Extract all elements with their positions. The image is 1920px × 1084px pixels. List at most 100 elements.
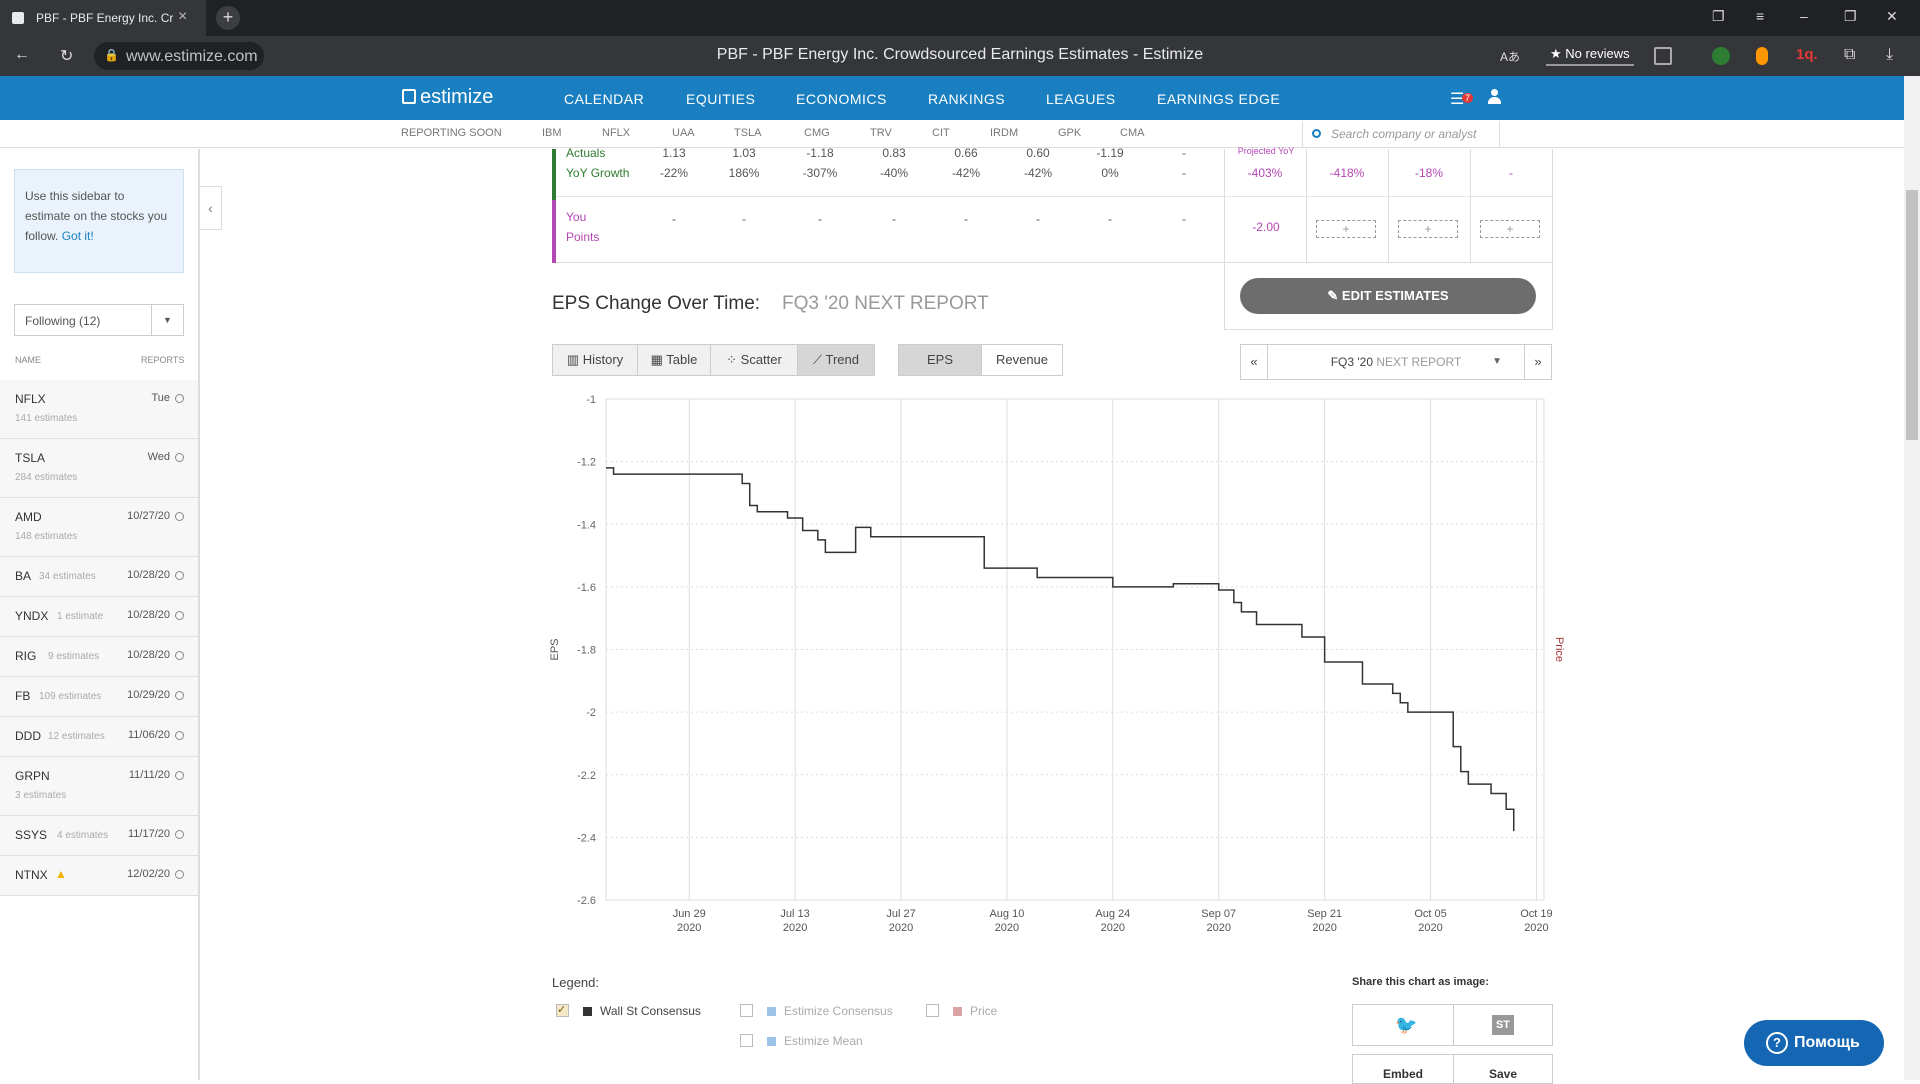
ticker-link[interactable]: UAA bbox=[672, 127, 695, 139]
legend-label: Estimize Mean bbox=[784, 1034, 863, 1048]
edit-estimates-button[interactable]: ✎ EDIT ESTIMATES bbox=[1240, 278, 1536, 314]
help-button[interactable]: ? Помощь bbox=[1744, 1020, 1884, 1066]
legend-checkbox[interactable] bbox=[740, 1034, 753, 1047]
twitter-share-button[interactable]: 🐦 bbox=[1352, 1004, 1454, 1046]
collections-icon[interactable]: ⧉ bbox=[1844, 46, 1855, 64]
trend-label: Trend bbox=[825, 352, 859, 367]
user-icon[interactable] bbox=[1488, 89, 1501, 105]
ticker-link[interactable]: CMG bbox=[804, 127, 830, 139]
quarter-select[interactable]: FQ3 '20 NEXT REPORT ▼ bbox=[1267, 344, 1525, 380]
ticker-link[interactable]: CMA bbox=[1120, 127, 1144, 139]
notification-count: 7 bbox=[1462, 93, 1474, 103]
table-button[interactable]: ▦ Table bbox=[637, 344, 711, 376]
shield-extension-icon[interactable] bbox=[1712, 47, 1730, 65]
history-button[interactable]: ▥ History bbox=[552, 344, 638, 376]
back-icon[interactable]: ← bbox=[14, 46, 30, 64]
prev-quarter-button[interactable]: « bbox=[1240, 344, 1268, 380]
eps-label: EPS bbox=[926, 352, 953, 367]
restore-icon[interactable]: ❐ bbox=[1844, 8, 1857, 25]
x-tick-year: 2020 bbox=[1312, 922, 1336, 934]
growth-value: -42% bbox=[951, 166, 980, 180]
legend-swatch bbox=[583, 1007, 592, 1016]
reload-icon[interactable]: ↻ bbox=[60, 46, 73, 66]
row-ticker: FB bbox=[15, 689, 31, 703]
nav-earnings-edge[interactable]: EARNINGS EDGE bbox=[1157, 91, 1280, 107]
ticker-link[interactable]: GPK bbox=[1058, 127, 1081, 139]
following-dropdown[interactable]: Following (12) ▼ bbox=[14, 304, 184, 336]
following-row[interactable]: AMD 148 estimates 10/27/20 bbox=[0, 498, 198, 557]
favicon-icon bbox=[12, 12, 24, 24]
nav-economics[interactable]: ECONOMICS bbox=[796, 91, 887, 107]
search-input[interactable]: Search company or analyst bbox=[1302, 121, 1500, 147]
following-row[interactable]: GRPN 3 estimates 11/11/20 bbox=[0, 757, 198, 816]
ticker-link[interactable]: TSLA bbox=[734, 127, 762, 139]
trend-button[interactable]: ⟋ Trend bbox=[797, 344, 875, 376]
nav-calendar[interactable]: CALENDAR bbox=[564, 91, 644, 107]
following-row[interactable]: DDD 12 estimates 11/06/20 bbox=[0, 717, 198, 757]
got-it-link[interactable]: Got it! bbox=[62, 229, 94, 243]
nav-rankings[interactable]: RANKINGS bbox=[928, 91, 1005, 107]
x-tick-label: Aug 10 bbox=[989, 908, 1024, 920]
reviews-extension[interactable]: ★ No reviews bbox=[1546, 44, 1634, 66]
next-quarter-button[interactable]: » bbox=[1524, 344, 1552, 380]
minimize-icon[interactable]: – bbox=[1800, 8, 1808, 24]
legend-checkbox[interactable] bbox=[740, 1004, 753, 1017]
following-row[interactable]: SSYS 4 estimates 11/17/20 bbox=[0, 816, 198, 856]
downloads-icon[interactable]: ⤓ bbox=[1886, 46, 1893, 64]
following-row[interactable]: FB 109 estimates 10/29/20 bbox=[0, 677, 198, 717]
address-bar: ← ↻ 🔒 www.estimize.com PBF - PBF Energy … bbox=[0, 36, 1920, 76]
row-date: 10/27/20 bbox=[127, 510, 170, 522]
legend-checkbox[interactable] bbox=[926, 1004, 939, 1017]
ticker-link[interactable]: TRV bbox=[870, 127, 892, 139]
following-row[interactable]: NFLX 141 estimates Tue bbox=[0, 380, 198, 439]
edit-label: EDIT ESTIMATES bbox=[1341, 288, 1449, 303]
you-bar bbox=[552, 200, 556, 263]
tab-search-icon[interactable]: ❐ bbox=[1712, 8, 1725, 25]
eps-button[interactable]: EPS bbox=[898, 344, 982, 376]
actual-value: 1.03 bbox=[732, 146, 756, 160]
extension-icon[interactable] bbox=[1756, 47, 1768, 65]
following-row[interactable]: RIG 9 estimates 10/28/20 bbox=[0, 637, 198, 677]
legend-checkbox[interactable]: ✓ bbox=[556, 1004, 569, 1017]
bookmark-icon[interactable] bbox=[1654, 47, 1672, 65]
y-tick-label: -2.4 bbox=[577, 832, 596, 844]
ticker-link[interactable]: CIT bbox=[932, 127, 950, 139]
add-estimate-button[interactable]: + bbox=[1480, 220, 1540, 238]
nav-equities[interactable]: EQUITIES bbox=[686, 91, 755, 107]
following-row[interactable]: BA 34 estimates 10/28/20 bbox=[0, 557, 198, 597]
translate-icon[interactable]: Aあ bbox=[1500, 48, 1520, 65]
row-date: Wed bbox=[147, 451, 170, 463]
iq-extension-icon[interactable]: 1q. bbox=[1796, 46, 1818, 63]
lock-icon: 🔒 bbox=[104, 48, 119, 62]
you-value: - bbox=[1182, 212, 1186, 226]
close-tab-icon[interactable]: × bbox=[178, 8, 187, 26]
following-row[interactable]: NTNX ▲ 12/02/20 bbox=[0, 856, 198, 896]
row-date: Tue bbox=[151, 392, 170, 404]
following-row[interactable]: TSLA 284 estimates Wed bbox=[0, 439, 198, 498]
close-window-icon[interactable]: ✕ bbox=[1886, 8, 1898, 25]
add-estimate-button[interactable]: + bbox=[1316, 220, 1376, 238]
scatter-icon: ⁘ bbox=[726, 352, 741, 367]
moon-icon bbox=[175, 731, 184, 740]
nav-leagues[interactable]: LEAGUES bbox=[1046, 91, 1116, 107]
ticker-link[interactable]: NFLX bbox=[602, 127, 630, 139]
stocktwits-share-button[interactable]: ST bbox=[1453, 1004, 1553, 1046]
quarter-sublabel: NEXT REPORT bbox=[1376, 355, 1462, 369]
add-estimate-button[interactable]: + bbox=[1398, 220, 1458, 238]
new-tab-button[interactable]: + bbox=[216, 6, 240, 30]
row-ticker: YNDX bbox=[15, 609, 49, 623]
estimize-logo[interactable]: estimize bbox=[402, 86, 493, 109]
collapse-sidebar-button[interactable]: ‹ bbox=[200, 186, 222, 230]
menu-icon[interactable]: ≡ bbox=[1756, 8, 1764, 24]
ticker-link[interactable]: IBM bbox=[542, 127, 562, 139]
scatter-button[interactable]: ⁘ Scatter bbox=[710, 344, 798, 376]
revenue-button[interactable]: Revenue bbox=[981, 344, 1063, 376]
following-row[interactable]: YNDX 1 estimate 10/28/20 bbox=[0, 597, 198, 637]
points-label: Points bbox=[566, 230, 600, 244]
x-tick-year: 2020 bbox=[677, 922, 701, 934]
scrollbar-thumb[interactable] bbox=[1906, 190, 1918, 440]
moon-icon bbox=[175, 512, 184, 521]
ticker-link[interactable]: IRDM bbox=[990, 127, 1018, 139]
notifications-icon[interactable]: ☰ 7 bbox=[1450, 89, 1474, 109]
browser-tab[interactable]: PBF - PBF Energy Inc. Cr × bbox=[0, 0, 206, 36]
